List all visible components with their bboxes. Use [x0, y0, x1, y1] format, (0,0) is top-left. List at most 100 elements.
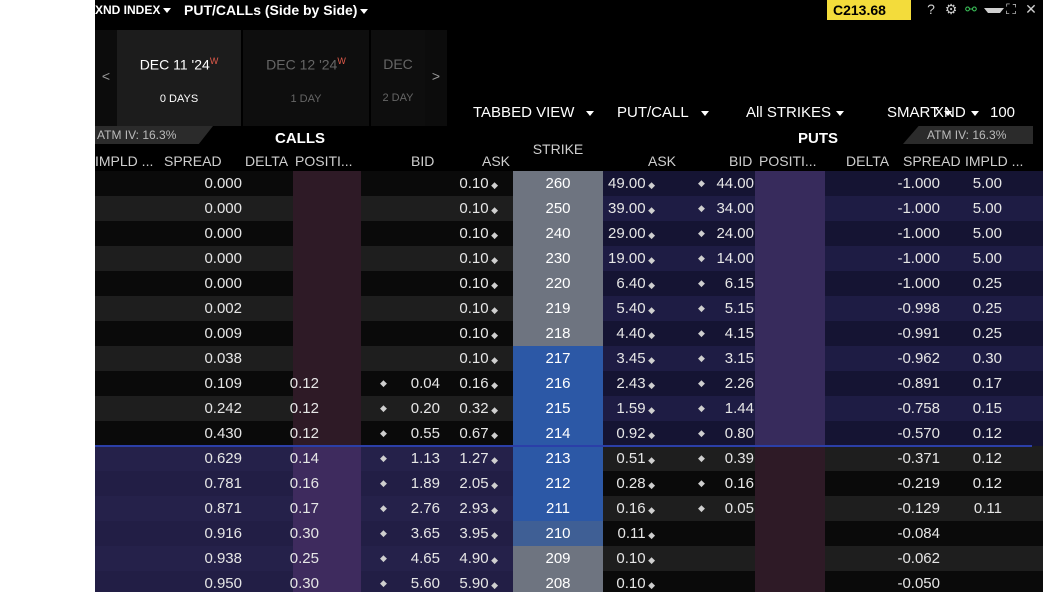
put-ask-cell[interactable]: 19.00 ◆ [608, 246, 655, 271]
put-bid-cell[interactable]: 0.80 [725, 421, 754, 446]
put-delta-cell[interactable]: -0.219 [897, 471, 940, 496]
call-ask-cell[interactable]: 1.27 ◆ [459, 446, 498, 471]
call-position-cell[interactable] [293, 296, 361, 321]
put-delta-cell[interactable]: -0.758 [897, 396, 940, 421]
table-row[interactable]: 219 0.002 0.10 ◆ 5.40 ◆ 5.15 ◆ -0.998 0.25 [95, 296, 1043, 321]
call-ask-cell[interactable]: 0.10 ◆ [459, 171, 498, 196]
table-row[interactable]: 216 0.12 0.109 0.04 ◆ 0.16 ◆ 2.43 ◆ 2.26 ◆ -0.891… [95, 371, 1043, 396]
call-bid-cell[interactable]: 0.55 [411, 421, 440, 446]
call-ask-cell[interactable]: 0.16 ◆ [459, 371, 498, 396]
call-ask-cell[interactable]: 0.32 ◆ [459, 396, 498, 421]
call-bid-cell[interactable]: 5.60 [411, 571, 440, 592]
put-position-cell[interactable] [755, 446, 825, 471]
col-put-delta[interactable]: DELTA [846, 153, 889, 169]
call-delta-cell[interactable]: 0.002 [204, 296, 242, 321]
put-delta-cell[interactable]: -1.000 [897, 196, 940, 221]
call-bid-cell[interactable]: 3.65 [411, 521, 440, 546]
put-position-cell[interactable] [755, 471, 825, 496]
col-put-spread[interactable]: SPREAD [903, 153, 961, 169]
put-ask-cell[interactable]: 39.00 ◆ [608, 196, 655, 221]
put-spread-cell[interactable]: 0.25 [973, 271, 1002, 296]
col-put-ask[interactable]: ASK [648, 153, 676, 169]
expiry-tab-dec-13[interactable]: DEC 2 DAY [371, 30, 425, 126]
put-bid-cell[interactable]: 24.00 [716, 221, 754, 246]
strikes-dropdown[interactable]: All STRIKES [746, 104, 845, 121]
table-row[interactable]: 250 0.000 0.10 ◆ 39.00 ◆ 34.00 ◆ -1.000 5.00 [95, 196, 1043, 221]
put-position-cell[interactable] [755, 196, 825, 221]
col-put-impld[interactable]: IMPLD ... [965, 153, 1023, 169]
put-ask-cell[interactable]: 29.00 ◆ [608, 221, 655, 246]
call-delta-cell[interactable]: 0.000 [204, 246, 242, 271]
symbol-selector[interactable]: XND INDEX [95, 3, 172, 17]
table-row[interactable]: 209 0.25 0.938 4.65 ◆ 4.90 ◆ 0.10 ◆ -0.062 [95, 546, 1043, 571]
gear-icon[interactable]: ⚙ [941, 1, 961, 18]
put-delta-cell[interactable]: -1.000 [897, 246, 940, 271]
table-row[interactable]: 208 0.30 0.950 5.60 ◆ 5.90 ◆ 0.10 ◆ -0.050 [95, 571, 1043, 592]
put-spread-cell[interactable]: 0.12 [973, 421, 1002, 446]
strike-cell[interactable]: 211 [513, 496, 603, 521]
put-position-cell[interactable] [755, 521, 825, 546]
strike-cell[interactable]: 215 [513, 396, 603, 421]
put-position-cell[interactable] [755, 571, 825, 592]
call-position-cell[interactable] [293, 171, 361, 196]
chevron-down-icon[interactable] [981, 1, 1004, 17]
put-position-cell[interactable] [755, 171, 825, 196]
strike-cell[interactable]: 230 [513, 246, 603, 271]
put-delta-cell[interactable]: -1.000 [897, 221, 940, 246]
call-delta-cell[interactable]: 0.000 [204, 221, 242, 246]
put-spread-cell[interactable]: 5.00 [973, 196, 1002, 221]
call-delta-cell[interactable]: 0.009 [204, 321, 242, 346]
put-bid-cell[interactable]: 6.15 [725, 271, 754, 296]
strike-cell[interactable]: 260 [513, 171, 603, 196]
put-spread-cell[interactable]: 0.12 [973, 446, 1002, 471]
call-delta-cell[interactable]: 0.871 [204, 496, 242, 521]
col-call-impld[interactable]: IMPLD ... [95, 153, 153, 169]
strike-cell[interactable]: 216 [513, 371, 603, 396]
call-delta-cell[interactable]: 0.430 [204, 421, 242, 446]
expiry-tab-dec-11[interactable]: DEC 11 '24W 0 DAYS [117, 30, 241, 126]
call-bid-cell[interactable]: 1.13 [411, 446, 440, 471]
put-delta-cell[interactable]: -0.891 [897, 371, 940, 396]
strike-cell[interactable]: 250 [513, 196, 603, 221]
quantity-input[interactable]: 100 [980, 96, 1038, 128]
call-spread-cell[interactable]: 0.17 [290, 496, 319, 521]
call-ask-cell[interactable]: 5.90 ◆ [459, 571, 498, 592]
close-icon[interactable]: ✕ [1021, 1, 1041, 18]
table-row[interactable]: 240 0.000 0.10 ◆ 29.00 ◆ 24.00 ◆ -1.000 5.00 [95, 221, 1043, 246]
put-bid-cell[interactable]: 5.15 [725, 296, 754, 321]
put-position-cell[interactable] [755, 221, 825, 246]
put-spread-cell[interactable]: 5.00 [973, 246, 1002, 271]
call-ask-cell[interactable]: 0.10 ◆ [459, 221, 498, 246]
put-delta-cell[interactable]: -0.062 [897, 546, 940, 571]
strike-cell[interactable]: 214 [513, 421, 603, 446]
put-ask-cell[interactable]: 5.40 ◆ [616, 296, 655, 321]
col-call-position[interactable]: POSITI... [295, 153, 353, 169]
expiry-next-button[interactable]: > [425, 30, 447, 126]
call-ask-cell[interactable]: 0.10 ◆ [459, 246, 498, 271]
put-delta-cell[interactable]: -0.050 [897, 571, 940, 592]
call-ask-cell[interactable]: 0.10 ◆ [459, 346, 498, 371]
call-position-cell[interactable] [293, 246, 361, 271]
put-delta-cell[interactable]: -1.000 [897, 171, 940, 196]
put-spread-cell[interactable]: 0.11 [974, 496, 1002, 521]
call-delta-cell[interactable]: 0.000 [204, 171, 242, 196]
put-delta-cell[interactable]: -0.962 [897, 346, 940, 371]
call-delta-cell[interactable]: 0.916 [204, 521, 242, 546]
put-bid-cell[interactable]: 34.00 [716, 196, 754, 221]
put-spread-cell[interactable]: 0.12 [973, 471, 1002, 496]
put-ask-cell[interactable]: 0.92 ◆ [616, 421, 655, 446]
col-put-bid[interactable]: BID [729, 153, 752, 169]
put-delta-cell[interactable]: -1.000 [897, 271, 940, 296]
call-spread-cell[interactable]: 0.14 [290, 446, 319, 471]
call-spread-cell[interactable]: 0.12 [290, 421, 319, 446]
put-bid-cell[interactable]: 2.26 [725, 371, 754, 396]
call-spread-cell[interactable]: 0.30 [290, 571, 319, 592]
col-call-bid[interactable]: BID [411, 153, 434, 169]
put-position-cell[interactable] [755, 296, 825, 321]
strike-cell[interactable]: 208 [513, 571, 603, 592]
strike-cell[interactable]: 212 [513, 471, 603, 496]
put-delta-cell[interactable]: -0.570 [897, 421, 940, 446]
put-ask-cell[interactable]: 1.59 ◆ [616, 396, 655, 421]
call-spread-cell[interactable]: 0.25 [290, 546, 319, 571]
put-bid-cell[interactable]: 14.00 [716, 246, 754, 271]
